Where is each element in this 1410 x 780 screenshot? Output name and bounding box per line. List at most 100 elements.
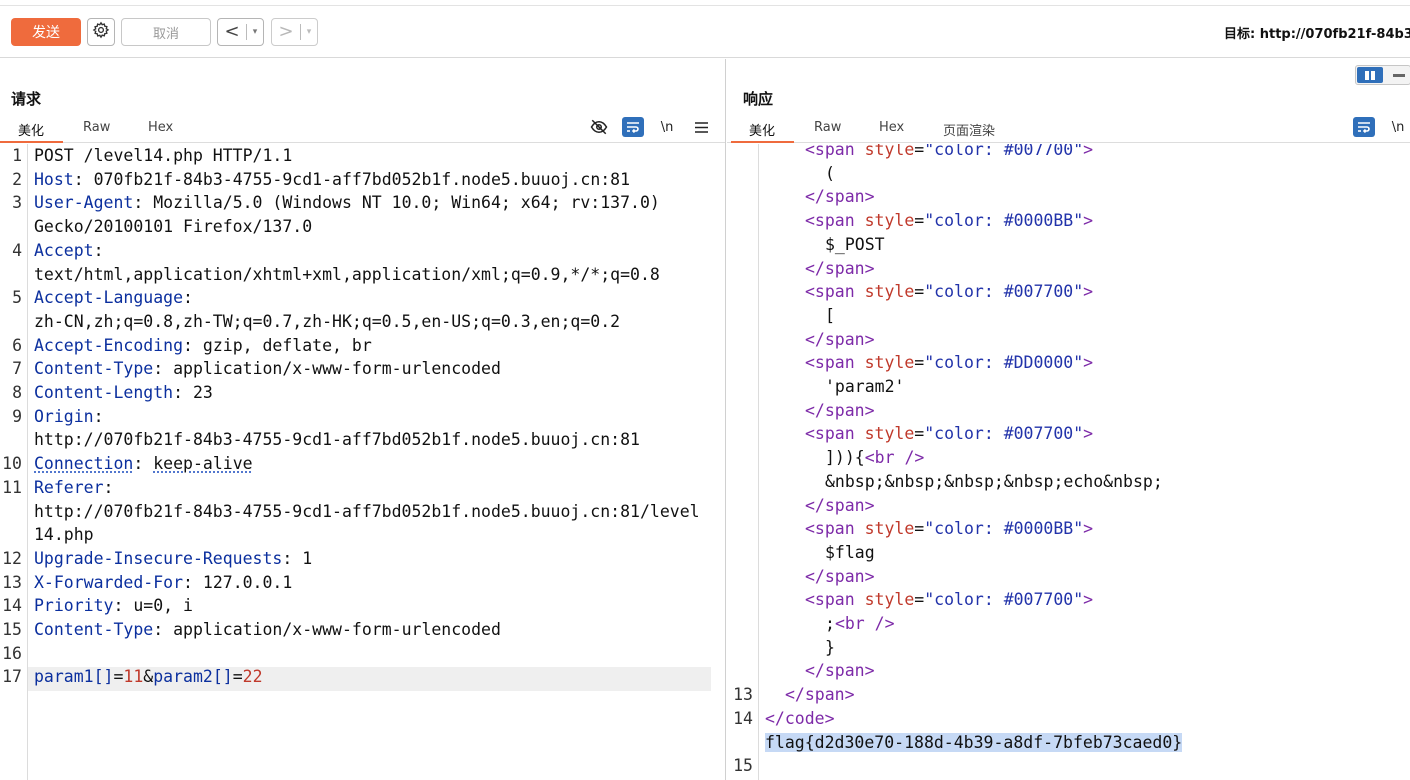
- attr-value: "color: #DD0000": [924, 353, 1083, 372]
- response-line: (: [825, 162, 835, 186]
- request-body-line[interactable]: param1[]=11&param2[]=22: [34, 665, 263, 689]
- line-number: 16: [0, 642, 22, 666]
- code-text: $flag: [825, 543, 875, 562]
- end-tag: </code>: [765, 709, 835, 728]
- line-number: 9: [0, 405, 22, 429]
- header-name: Origin: [34, 407, 94, 426]
- attr-value: "color: #007700": [924, 282, 1083, 301]
- code-text: ;: [825, 614, 835, 633]
- tag-open: <span: [805, 590, 865, 609]
- header-separator: :: [94, 407, 104, 426]
- attr-value: "color: #0000BB": [924, 211, 1083, 230]
- header-separator: :: [173, 383, 193, 402]
- header-separator: :: [153, 620, 173, 639]
- eye-off-icon[interactable]: [588, 117, 610, 137]
- header-separator: :: [113, 596, 133, 615]
- line-number: 15: [0, 618, 22, 642]
- line-number: 14: [727, 707, 753, 731]
- header-value: 1: [302, 549, 312, 568]
- header-value: zh-CN,zh;q=0.8,zh-TW;q=0.7,zh-HK;q=0.5,e…: [34, 312, 620, 331]
- settings-button[interactable]: [87, 18, 115, 46]
- wrap-icon[interactable]: [622, 117, 644, 137]
- top-divider: [0, 5, 1410, 6]
- back-history-dropdown[interactable]: ▾: [247, 27, 263, 37]
- response-tab-hex[interactable]: Hex: [879, 120, 904, 135]
- response-line: <span style="color: #007700">: [805, 144, 1093, 162]
- header-separator: :: [94, 241, 104, 260]
- attr-value: "color: #0000BB": [924, 519, 1083, 538]
- header-value: u=0, i: [133, 596, 193, 615]
- request-line: http://070fb21f-84b3-4755-9cd1-aff7bd052…: [34, 500, 700, 524]
- response-line: $flag: [825, 541, 875, 565]
- request-tab-hex[interactable]: Hex: [148, 120, 173, 135]
- header-separator: :: [183, 288, 193, 307]
- request-line: Content-Length: 23: [34, 381, 213, 405]
- tag-open: <span: [805, 519, 865, 538]
- toolbar: 发送 取消 < ▾ > ▾ 目标: http://070fb21f-84b3: [0, 0, 1410, 58]
- cancel-button[interactable]: 取消: [121, 18, 211, 46]
- param-name: param1[]: [34, 667, 113, 686]
- line-number: 8: [0, 381, 22, 405]
- response-tab-raw[interactable]: Raw: [814, 120, 841, 135]
- param-ampersand: &: [143, 667, 153, 686]
- forward-button[interactable]: > ▾: [271, 18, 318, 46]
- attr-name: style: [865, 282, 915, 301]
- target-label[interactable]: 目标: http://070fb21f-84b3: [1224, 23, 1410, 42]
- attr-name: style: [865, 353, 915, 372]
- header-name: Accept-Encoding: [34, 336, 183, 355]
- header-name: Content-Type: [34, 620, 153, 639]
- code-text: }: [825, 638, 835, 657]
- tag-open: <span: [805, 282, 865, 301]
- attr-name: style: [865, 144, 915, 159]
- attr-value: "color: #007700": [924, 424, 1083, 443]
- response-tab-render[interactable]: 页面渲染: [943, 120, 995, 139]
- request-line: 14.php: [34, 523, 94, 547]
- response-tab-indicator: [731, 141, 794, 143]
- response-tabs: 美化 Raw Hex 页面渲染: [727, 117, 1410, 143]
- header-name: User-Agent: [34, 193, 133, 212]
- response-line: <span style="color: #DD0000">: [805, 351, 1093, 375]
- request-line: text/html,application/xhtml+xml,applicat…: [34, 263, 660, 287]
- code-text: (: [825, 164, 835, 183]
- line-number: 10: [0, 452, 22, 476]
- response-line: <span style="color: #007700">: [805, 422, 1093, 446]
- request-line: zh-CN,zh;q=0.8,zh-TW;q=0.7,zh-HK;q=0.5,e…: [34, 310, 620, 334]
- line-number: 13: [727, 683, 753, 707]
- response-line: &nbsp;&nbsp;&nbsp;&nbsp;echo&nbsp;: [825, 470, 1163, 494]
- code-text: &nbsp;&nbsp;&nbsp;&nbsp;echo&nbsp;: [825, 472, 1163, 491]
- attr-name: style: [865, 211, 915, 230]
- header-name: Content-Length: [34, 383, 173, 402]
- line-number: 4: [0, 239, 22, 263]
- hamburger-icon[interactable]: [690, 117, 712, 137]
- back-button[interactable]: < ▾: [217, 18, 264, 46]
- wrap-icon[interactable]: [1353, 117, 1375, 137]
- request-editor[interactable]: 1 POST /level14.php HTTP/1.1 2 Host: 070fb2…: [0, 144, 725, 780]
- request-line: Connection: keep-alive: [34, 452, 253, 476]
- request-line: Host: 070fb21f-84b3-4755-9cd1-aff7bd052b…: [34, 168, 630, 192]
- response-line: ])){<br />: [825, 446, 924, 470]
- param-value: 22: [243, 667, 263, 686]
- response-line: </span>: [805, 185, 875, 209]
- inline-tag: <br />: [835, 614, 895, 633]
- header-name: Accept-Language: [34, 288, 183, 307]
- header-separator: :: [183, 336, 203, 355]
- header-separator: :: [282, 549, 302, 568]
- response-editor[interactable]: <span style="color: #007700"> ( </span> <sp…: [727, 144, 1410, 780]
- forward-history-dropdown[interactable]: ▾: [301, 27, 317, 37]
- split-vertical-icon[interactable]: [1387, 67, 1410, 83]
- request-tab-raw[interactable]: Raw: [83, 120, 110, 135]
- split-view-icon[interactable]: [1355, 65, 1410, 85]
- line-number: 13: [0, 571, 22, 595]
- request-tab-pretty[interactable]: 美化: [18, 120, 44, 139]
- newline-toggle[interactable]: \n: [1387, 117, 1409, 137]
- response-tab-pretty[interactable]: 美化: [749, 120, 775, 139]
- header-name: Upgrade-Insecure-Requests: [34, 549, 282, 568]
- request-line: Content-Type: application/x-www-form-url…: [34, 357, 501, 381]
- newline-toggle[interactable]: \n: [656, 117, 678, 137]
- flag-text[interactable]: flag{d2d30e70-188d-4b39-a8df-7bfeb73caed…: [765, 733, 1182, 752]
- request-line: Upgrade-Insecure-Requests: 1: [34, 547, 312, 571]
- tag-open: <span: [805, 211, 865, 230]
- send-button[interactable]: 发送: [11, 18, 81, 46]
- end-tag: </span>: [805, 567, 875, 586]
- split-horizontal-icon[interactable]: [1357, 67, 1383, 83]
